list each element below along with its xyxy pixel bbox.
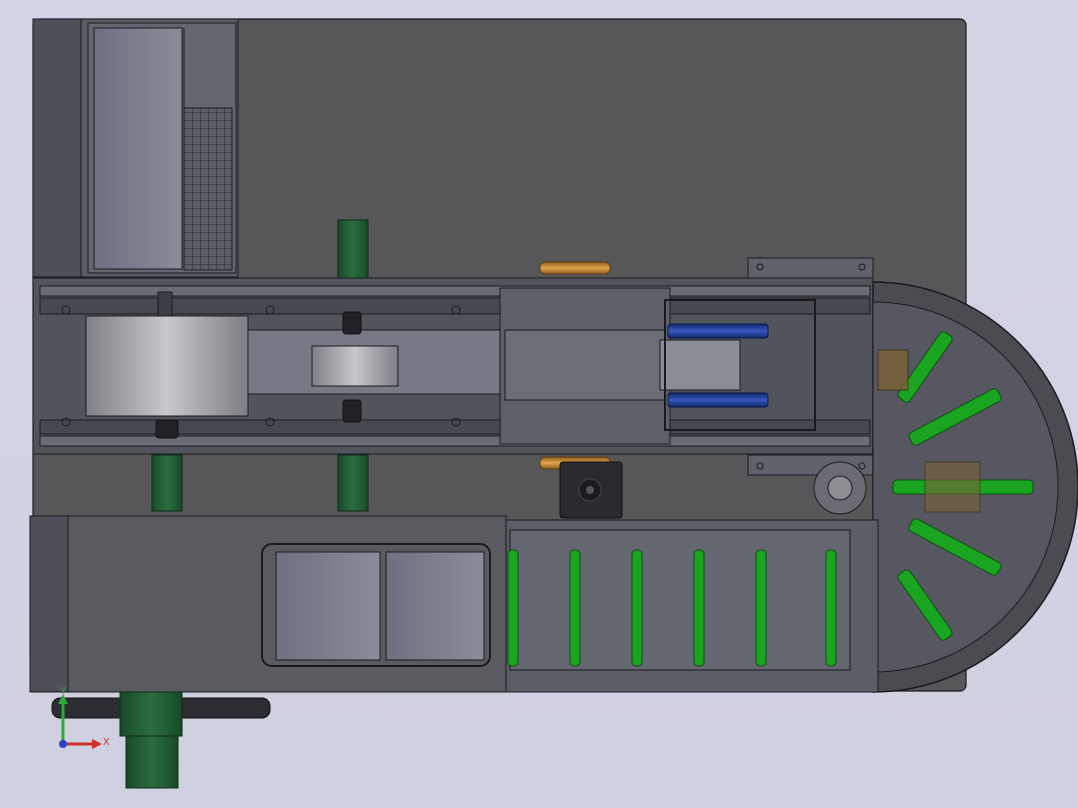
- triad-x-label: X: [103, 737, 110, 748]
- control-cabinet[interactable]: [32, 18, 239, 278]
- inspection-window[interactable]: [261, 543, 491, 667]
- chain-conveyor[interactable]: [504, 519, 879, 693]
- brass-fitting-top: [539, 261, 611, 275]
- drive-motor[interactable]: [51, 691, 271, 789]
- pneumatic-cylinder-bottom[interactable]: [667, 392, 769, 408]
- stepper-motor[interactable]: [559, 461, 623, 519]
- pneumatic-cylinder-top[interactable]: [667, 323, 769, 339]
- cad-viewport[interactable]: X Y: [0, 0, 1078, 808]
- triad-y-label: Y: [60, 686, 67, 697]
